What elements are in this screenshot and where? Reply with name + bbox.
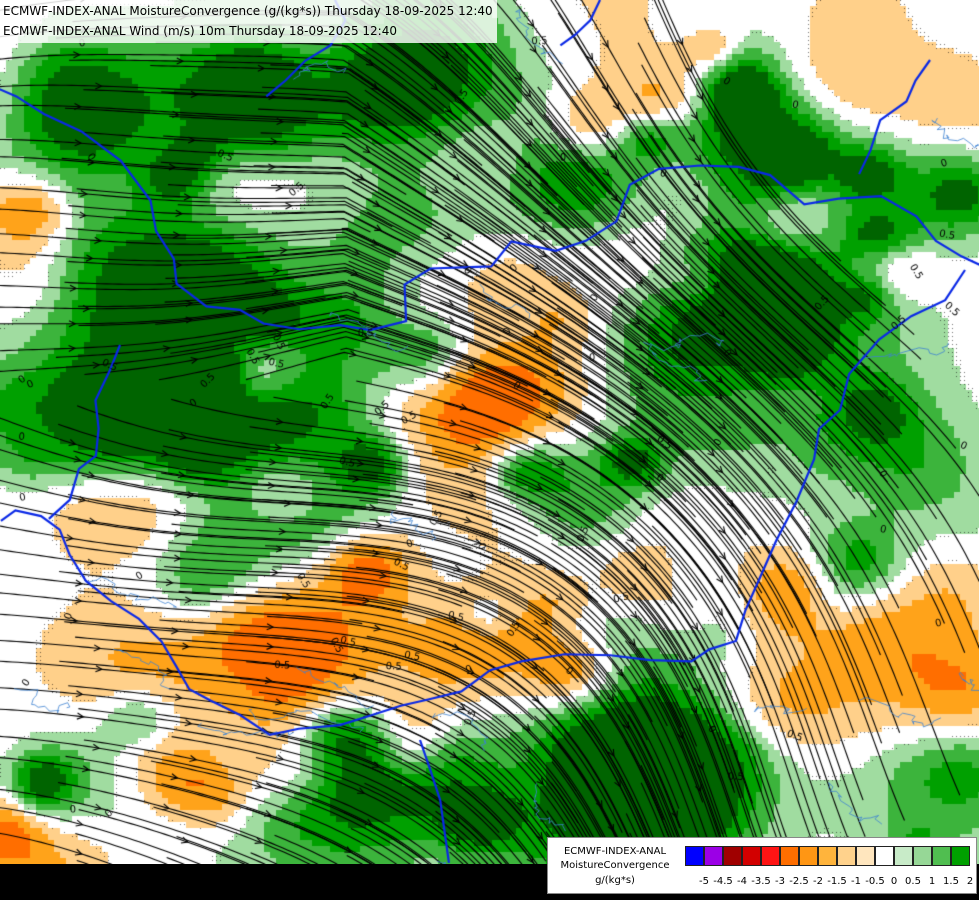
legend-tick-label: -1.5 <box>827 876 847 887</box>
legend-swatch <box>913 846 932 866</box>
legend-swatch <box>818 846 837 866</box>
legend-tick-label: -5 <box>699 876 709 887</box>
legend-unit: g/(kg*s) <box>595 875 635 886</box>
legend-swatch <box>723 846 742 866</box>
legend-swatch <box>704 846 723 866</box>
legend-tick-label: 0 <box>890 876 898 887</box>
map-title-box: ECMWF-INDEX-ANAL MoistureConvergence (g/… <box>0 0 497 43</box>
legend-tick-label: 1 <box>928 876 936 887</box>
legend-tick-label: -2.5 <box>789 876 809 887</box>
legend-title-source: ECMWF-INDEX-ANAL <box>563 846 667 857</box>
legend-tick-label: -2 <box>813 876 823 887</box>
legend-swatch <box>856 846 875 866</box>
legend-swatch <box>932 846 951 866</box>
legend-tick-label: -0.5 <box>865 876 885 887</box>
title-moisture-convergence: ECMWF-INDEX-ANAL MoistureConvergence (g/… <box>3 4 493 18</box>
legend-tick-label: -1 <box>851 876 861 887</box>
legend-swatch <box>761 846 780 866</box>
legend-swatch <box>837 846 856 866</box>
moisture-convergence-map <box>0 0 979 864</box>
legend-tick-label: -3.5 <box>751 876 771 887</box>
title-wind: ECMWF-INDEX-ANAL Wind (m/s) 10m Thursday… <box>3 24 397 38</box>
legend-tick-label: 2 <box>966 876 974 887</box>
legend-title-variable: MoistureConvergence <box>560 860 670 871</box>
legend-swatch <box>780 846 799 866</box>
legend-tick-label: 1.5 <box>943 876 959 887</box>
legend-swatch <box>685 846 704 866</box>
color-legend: ECMWF-INDEX-ANAL MoistureConvergence g/(… <box>547 837 977 894</box>
legend-swatch <box>799 846 818 866</box>
legend-swatch <box>875 846 894 866</box>
legend-swatch <box>894 846 913 866</box>
legend-swatch <box>742 846 761 866</box>
legend-tick-label: 0.5 <box>905 876 921 887</box>
legend-swatch <box>951 846 970 866</box>
legend-tick-label: -4 <box>737 876 747 887</box>
legend-tick-label: -3 <box>775 876 785 887</box>
legend-tick-label: -4.5 <box>713 876 733 887</box>
